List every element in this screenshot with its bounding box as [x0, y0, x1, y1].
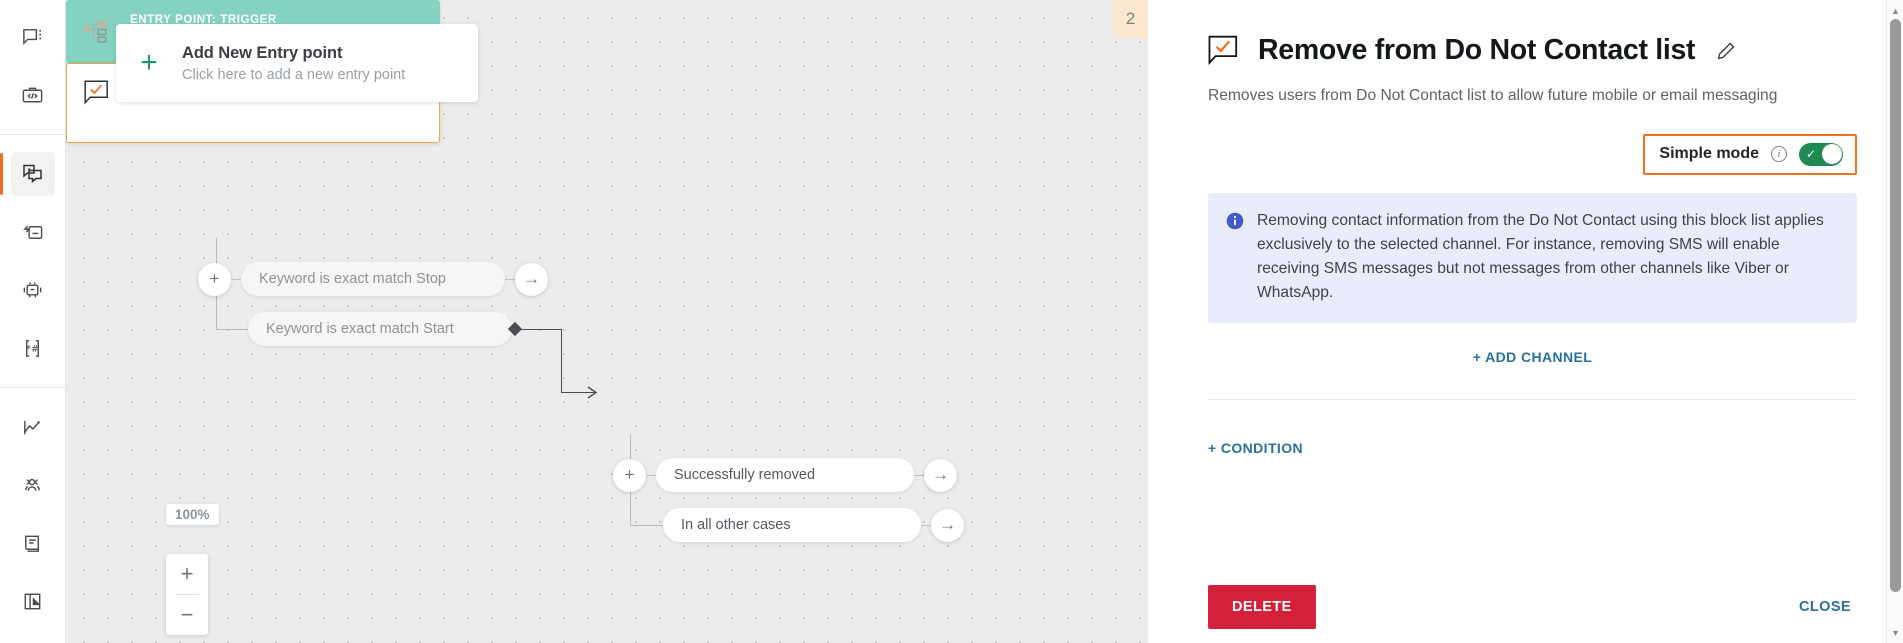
panel-footer: DELETE CLOSE — [1208, 585, 1857, 643]
sidebar-item-reports[interactable] — [11, 579, 55, 623]
broadcast-icon — [21, 221, 44, 244]
add-entry-title: Add New Entry point — [182, 43, 343, 62]
panel-divider — [1208, 399, 1857, 401]
contacts-icon — [21, 474, 44, 497]
code-briefcase-icon — [21, 84, 44, 107]
chat-more-icon — [21, 26, 44, 49]
entry-branch-row-2: Keyword is exact match Start — [248, 312, 512, 346]
dnc-check-bubble-icon — [1208, 35, 1242, 67]
sidebar-item-ussd[interactable]: *# — [11, 326, 55, 370]
zoom-in-button[interactable]: + — [166, 554, 208, 594]
action-output-pill-2[interactable]: In all other cases — [663, 508, 921, 542]
stub-line — [914, 474, 924, 476]
simple-mode-label: Simple mode — [1659, 145, 1759, 163]
docs-icon — [21, 532, 44, 555]
simple-mode-control[interactable]: Simple mode i ✓ — [1643, 133, 1857, 175]
sidebar-item-chats[interactable] — [11, 15, 55, 59]
plus-icon: + — [140, 46, 158, 79]
action-output-row-2: In all other cases → — [663, 508, 964, 542]
left-icon-rail: *# — [0, 0, 66, 643]
entry-branch-row-1: + Keyword is exact match Stop → — [198, 262, 548, 296]
add-output-button[interactable]: + — [613, 458, 646, 492]
output-goto-button[interactable]: → — [924, 458, 957, 492]
add-new-entry-point-card[interactable]: + Add New Entry point Click here to add … — [116, 24, 478, 102]
connector-out-branch2 — [630, 525, 666, 527]
connector-arrowhead — [587, 386, 599, 404]
sidebar-item-chatbots[interactable] — [11, 268, 55, 312]
sidebar-item-developer[interactable] — [11, 73, 55, 117]
action-node-badge: 2 — [1113, 0, 1148, 38]
rail-group-2: *# — [0, 145, 65, 377]
panel-description: Removes users from Do Not Contact list t… — [1208, 87, 1778, 104]
connector-entry-branch2 — [216, 329, 252, 331]
close-button[interactable]: CLOSE — [1793, 585, 1857, 629]
add-condition-button[interactable]: + CONDITION — [1208, 440, 1303, 456]
entry-branch-pill-1[interactable]: Keyword is exact match Stop — [241, 262, 505, 296]
ussd-icon: *# — [21, 337, 44, 360]
add-entry-subtitle: Click here to add a new entry point — [182, 66, 406, 83]
simple-mode-row: Simple mode i ✓ — [1208, 133, 1857, 175]
output-goto-button[interactable]: → — [931, 508, 964, 542]
sidebar-item-broadcasts[interactable] — [11, 210, 55, 254]
branch-goto-button[interactable]: → — [515, 262, 548, 296]
rail-divider-1 — [0, 134, 65, 135]
flow-builder-icon — [21, 162, 45, 186]
stub-line — [921, 524, 931, 526]
add-entry-texts: Add New Entry point Click here to add a … — [182, 44, 405, 83]
connector-v1 — [561, 329, 563, 393]
toggle-knob — [1821, 144, 1842, 165]
scroll-down-arrow-icon[interactable]: ▼ — [1887, 624, 1903, 641]
stub-line — [231, 278, 241, 280]
scroll-up-arrow-icon[interactable]: ▲ — [1887, 2, 1903, 19]
add-branch-button[interactable]: + — [198, 262, 231, 296]
flow-canvas[interactable]: + Add New Entry point Click here to add … — [66, 0, 1148, 643]
sidebar-item-flow-builder[interactable] — [0, 152, 55, 196]
delete-button[interactable]: DELETE — [1208, 585, 1316, 629]
sidebar-item-analytics[interactable] — [11, 405, 55, 449]
sidebar-item-contacts[interactable] — [11, 463, 55, 507]
info-banner: Removing contact information from the Do… — [1208, 192, 1857, 324]
connector-h1 — [518, 329, 562, 331]
action-output-row-1: + Successfully removed → — [613, 458, 957, 492]
edit-pencil-icon[interactable] — [1715, 40, 1737, 62]
page-title: Remove from Do Not Contact list — [1258, 34, 1696, 66]
info-circle-icon — [1226, 212, 1244, 306]
vertical-scrollbar[interactable]: ▲ ▼ — [1886, 0, 1903, 643]
info-banner-text: Removing contact information from the Do… — [1257, 211, 1824, 302]
svg-text:*#: *# — [26, 343, 39, 354]
zoom-level-indicator: 100% — [166, 504, 219, 525]
simple-mode-toggle[interactable]: ✓ — [1799, 142, 1843, 166]
info-icon[interactable]: i — [1771, 146, 1787, 163]
entry-branch-pill-2[interactable]: Keyword is exact match Start — [248, 312, 512, 346]
zoom-out-button[interactable]: − — [166, 595, 208, 635]
node-settings-panel: Remove from Do Not Contact list Removes … — [1148, 0, 1903, 643]
rail-divider-2 — [0, 387, 65, 388]
scrollbar-thumb[interactable] — [1890, 19, 1901, 592]
chatbot-icon — [21, 279, 44, 302]
stub-line — [505, 278, 515, 280]
reports-icon — [21, 590, 44, 613]
sidebar-item-documentation[interactable] — [11, 521, 55, 565]
rail-group-1 — [0, 8, 65, 124]
stub-line — [646, 474, 656, 476]
zoom-controls: + − — [166, 554, 208, 635]
analytics-icon — [21, 416, 44, 439]
app-root: *# + Add New Entry point Click here to a… — [0, 0, 1903, 643]
check-icon: ✓ — [1806, 147, 1817, 162]
rail-group-3 — [0, 398, 65, 630]
panel-header: Remove from Do Not Contact list — [1208, 34, 1857, 67]
add-channel-button[interactable]: + ADD CHANNEL — [1208, 349, 1857, 365]
action-output-pill-1[interactable]: Successfully removed — [656, 458, 914, 492]
